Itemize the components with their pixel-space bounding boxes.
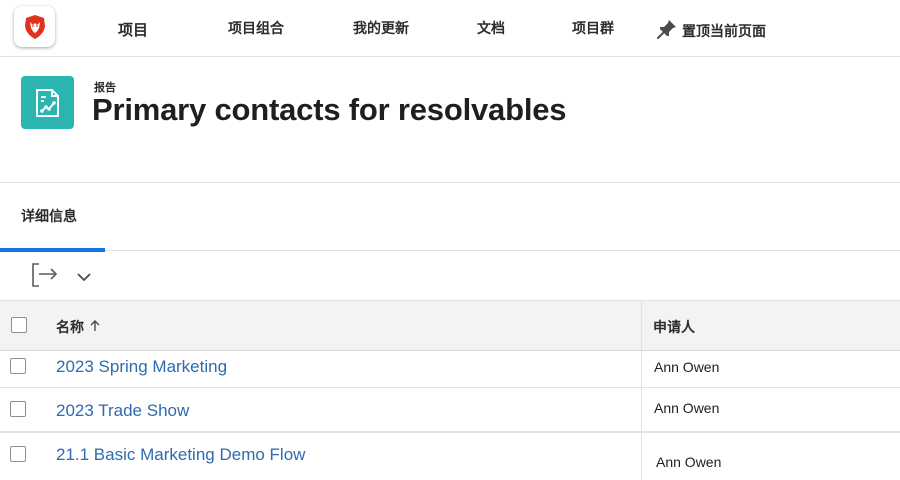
row-name-link[interactable]: 2023 Spring Marketing xyxy=(56,357,227,377)
export-options-dropdown[interactable] xyxy=(75,268,93,286)
column-header-name-label: 名称 xyxy=(56,320,84,336)
tab-bar: 详细信息 xyxy=(0,184,900,252)
nav-item-my-updates[interactable]: 我的更新 xyxy=(353,18,409,38)
tab-details-label: 详细信息 xyxy=(21,209,77,225)
column-header-name[interactable]: 名称 xyxy=(56,317,100,337)
report-toolbar xyxy=(0,252,900,300)
row-name-link[interactable]: 21.1 Basic Marketing Demo Flow xyxy=(56,445,305,465)
column-divider xyxy=(641,300,642,480)
report-icon xyxy=(21,76,74,129)
row-name-link[interactable]: 2023 Trade Show xyxy=(56,401,189,421)
nav-item-projects[interactable]: 项目 xyxy=(118,19,148,40)
tab-details[interactable]: 详细信息 xyxy=(0,184,105,252)
chevron-down-icon xyxy=(75,271,93,290)
top-navigation: 项目 项目组合 我的更新 文档 项目群 置顶当前页面 xyxy=(0,0,900,57)
row-requestor: Ann Owen xyxy=(654,359,720,375)
page-title: Primary contacts for resolvables xyxy=(92,92,567,127)
report-table: 名称 申请人 2023 Spring Marketing Ann Owen 20… xyxy=(0,300,900,480)
column-header-requestor[interactable]: 申请人 xyxy=(653,317,695,337)
nav-item-programs[interactable]: 项目群 xyxy=(572,18,614,38)
row-checkbox[interactable] xyxy=(10,358,26,374)
table-row: 2023 Trade Show Ann Owen xyxy=(0,388,900,433)
export-button[interactable] xyxy=(30,262,60,288)
pin-page-label: 置顶当前页面 xyxy=(682,24,766,40)
row-requestor: Ann Owen xyxy=(654,400,720,416)
row-checkbox[interactable] xyxy=(10,401,26,417)
page-header: 报告 Primary contacts for resolvables xyxy=(0,58,900,183)
row-checkbox[interactable] xyxy=(10,446,26,462)
row-requestor: Ann Owen xyxy=(656,454,722,470)
table-header: 名称 申请人 xyxy=(0,300,900,351)
lion-logo-icon[interactable] xyxy=(14,6,55,47)
pin-page-button[interactable]: 置顶当前页面 xyxy=(656,18,766,44)
select-all-checkbox[interactable] xyxy=(11,317,27,333)
pushpin-icon xyxy=(656,18,678,44)
nav-item-documents[interactable]: 文档 xyxy=(477,18,505,38)
arrow-up-icon xyxy=(90,319,100,336)
table-row: 21.1 Basic Marketing Demo Flow Ann Owen xyxy=(0,433,900,480)
nav-item-portfolios[interactable]: 项目组合 xyxy=(228,18,284,38)
table-row: 2023 Spring Marketing Ann Owen xyxy=(0,351,900,388)
export-icon xyxy=(30,263,60,292)
